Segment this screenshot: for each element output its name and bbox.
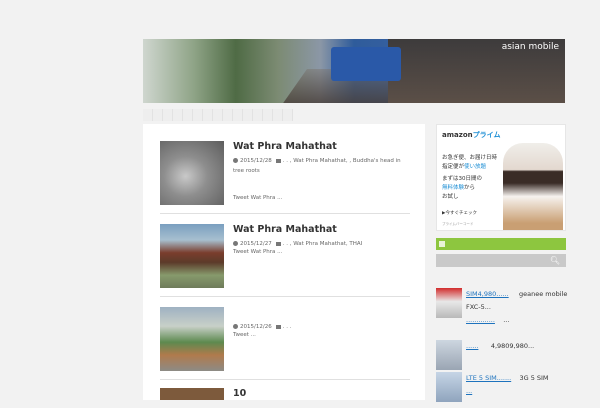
post-thumbnail[interactable] [160,388,224,400]
tag-icon [275,241,281,246]
post-item: 10 [160,388,410,408]
nav-item[interactable] [183,109,193,121]
post-meta: 2015/12/28. . , Wat Phra Mahathat, , Bud… [233,156,413,176]
ad-text-line: まずは30日間の [442,176,482,182]
ad-text-line: お急ぎ便、お届け日時 [442,155,498,161]
clock-icon [233,158,238,163]
nav-item[interactable] [243,109,253,121]
nav-item[interactable] [193,109,203,121]
post-title[interactable]: Wat Phra Mahathat [233,224,337,235]
ad-text-line: 無料体験から [442,185,476,191]
clock-icon [233,241,238,246]
post-divider [160,379,410,380]
post-divider [160,213,410,214]
post-item: Wat Phra Mahathat 2015/12/27 . . , Wat Ph… [160,224,410,306]
ad-person-image [503,143,563,230]
post-title[interactable]: Wat Phra Mahathat [233,141,337,152]
sidebar-post-text: LTE 5 SIM....... 3G 5 SIM ... [466,374,549,395]
post-item: Wat Phra Mahathat 2015/12/28. . , Wat Ph… [160,141,410,223]
post-divider [160,296,410,297]
rss-bar[interactable] [436,238,566,250]
amazon-logo: amazonプライム [442,131,501,139]
post-thumbnail[interactable] [160,224,224,288]
nav-item[interactable] [283,109,293,121]
search-icon[interactable]: 🔍︎ [550,256,560,265]
clock-icon [233,324,238,329]
nav-item[interactable] [173,109,183,121]
post-date: 2015/12/27 [240,241,272,247]
post-meta: 2015/12/26 . . . [233,322,413,332]
post-tags[interactable]: . . , Wat Phra Mahathat, THAI [283,241,363,247]
ad-text-line: お試し [442,194,459,200]
ad-footnote: プライムバーコード [442,222,474,226]
amazon-prime-ad[interactable]: amazonプライム お急ぎ便、お届け日時 指定便が使い放題 まずは30日間の … [436,124,566,231]
nav-item[interactable] [273,109,283,121]
sidebar-post-text: ...... 4,9809,980... [466,342,535,350]
post-meta: 2015/12/27 . . , Wat Phra Mahathat, THAI [233,239,413,249]
post-title[interactable]: 10 [233,388,246,399]
nav-item[interactable] [213,109,223,121]
sidebar-post-link[interactable]: ...... [466,342,478,350]
post-thumbnail[interactable] [160,307,224,371]
nav-item[interactable] [203,109,213,121]
sidebar-post-thumbnail[interactable] [436,372,462,402]
search-bar[interactable]: 🔍︎ [436,254,566,267]
nav-item[interactable] [253,109,263,121]
post-excerpt: Tweet ... [233,332,256,338]
post-date: 2015/12/28 [240,158,272,164]
ad-text-line: 指定便が使い放題 [442,164,487,170]
sidebar-post-link[interactable]: SIM4,980...... [466,290,509,298]
sidebar-post-text: SIM4,980...... geanee mobile FXC-5... ..… [466,290,568,324]
site-title[interactable]: asian mobile [502,42,559,52]
post-thumbnail[interactable] [160,141,224,205]
sidebar-post-thumbnail[interactable] [436,288,462,318]
rss-icon [439,241,445,247]
nav-item[interactable] [263,109,273,121]
post-excerpt: Tweet Wat Phra ... [233,249,283,255]
nav-item[interactable] [143,109,153,121]
ad-cta-link[interactable]: ▶今すぐチェック [442,210,477,216]
post-date: 2015/12/26 [240,324,272,330]
nav-bar [143,106,565,121]
sidebar-post-link[interactable]: LTE 5 SIM....... [466,374,511,382]
main-content: Wat Phra Mahathat 2015/12/28. . , Wat Ph… [143,124,425,400]
nav-item[interactable] [223,109,233,121]
post-excerpt: Tweet Wat Phra ... [233,195,283,201]
header-banner[interactable]: asian mobile [143,39,565,103]
tag-icon [275,324,281,329]
post-item: 2015/12/26 . . . Tweet ... [160,307,410,389]
tag-icon [275,158,281,163]
nav-item[interactable] [163,109,173,121]
sidebar-post-link[interactable]: .............. [466,316,495,324]
sidebar-post-thumbnail[interactable] [436,340,462,370]
nav-item[interactable] [233,109,243,121]
nav-item[interactable] [153,109,163,121]
banner-train-image [331,47,401,81]
post-tags[interactable]: . . . [283,324,292,330]
